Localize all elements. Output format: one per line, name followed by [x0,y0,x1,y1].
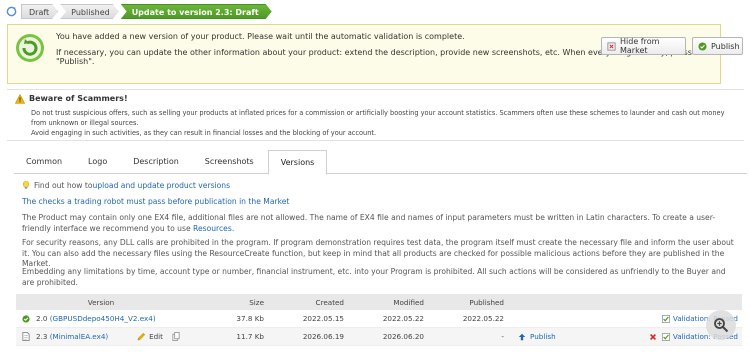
modified-cell: 2022.05.22 [382,314,424,323]
check-circle-icon [22,314,30,323]
col-modified: Modified [393,297,424,307]
find-out-line: Find out how to upload and update produc… [22,181,230,190]
tab-common[interactable]: Common [14,150,74,174]
col-published: Published [469,297,504,307]
publish-version-label: Publish [530,332,556,341]
publish-icon [518,333,526,340]
breadcrumb-update-draft: Update to version 2.3: Draft [121,4,272,19]
dll-rules-text: For security reasons, any DLL calls are … [22,238,734,268]
ex4-rules-text: The Product may contain only one EX4 fil… [22,213,734,234]
publish-button[interactable]: Publish [692,37,743,55]
published-cell: - [501,332,504,341]
col-version: Version [87,297,115,307]
pencil-icon [137,332,146,341]
check-circle-icon [698,41,707,51]
limitations-text: Embedding any limitations by time, accou… [22,267,726,287]
scam-warning-title: Beware of Scammers! [29,94,128,103]
refresh-icon[interactable] [5,6,17,18]
tab-logo[interactable]: Logo [76,150,119,174]
checkmark-icon [661,314,670,323]
action-cell: Publish [504,332,634,341]
edit-version-button[interactable]: Edit [137,332,180,341]
version-number: 2.3 [36,332,48,341]
hide-icon [607,41,616,51]
table-header: Version Size Created Modified Published [16,294,742,310]
scam-warning-text: Do not trust suspicious offers, such as … [31,109,725,127]
warning-icon [14,93,26,104]
hide-from-market-button[interactable]: Hide from Market [601,37,686,55]
created-cell: 2026.06.19 [302,332,344,341]
version-cell: 2.3 (MinimalEA.ex4) Edit [16,332,186,341]
col-created: Created [315,297,344,307]
created-cell: 2022.05.15 [302,314,344,323]
update-icon [15,33,45,63]
breadcrumb-draft[interactable]: Draft [21,4,58,19]
publish-version-link[interactable]: Publish [518,332,556,341]
hide-from-market-label: Hide from Market [620,37,660,55]
version-file-link[interactable]: (GBPUSDdepo450H4_V2.ex4) [50,314,156,323]
product-tabs: Common Logo Description Screenshots Vers… [14,150,747,175]
scam-warning: Beware of Scammers! Do not trust suspici… [7,89,744,141]
zoom-icon[interactable] [706,310,736,340]
resources-link[interactable]: Resources [193,224,232,233]
document-icon [22,332,30,341]
version-file-link[interactable]: (MinimalEA.ex4) [50,332,109,341]
version-cell: 2.0 (GBPUSDdepo450H4_V2.ex4) [16,314,186,323]
checkmark-icon [661,332,670,341]
notice-message: You have added a new version of your pro… [56,32,465,41]
upload-versions-link[interactable]: upload and update product versions [93,181,231,190]
copy-icon[interactable] [172,332,180,341]
ex4-rules-end: . [231,223,235,233]
published-cell: 2022.05.22 [462,314,504,323]
edit-label: Edit [149,332,163,341]
versions-table: Version Size Created Modified Published … [16,294,742,346]
ex4-rules-body: The Product may contain only one EX4 fil… [22,213,716,233]
version-number: 2.0 [36,314,48,323]
publish-label: Publish [711,41,740,51]
delete-icon[interactable] [649,333,657,341]
find-out-text: Find out how to [34,181,93,190]
modified-cell: 2026.06.20 [382,332,424,341]
robot-checks-link[interactable]: The checks a trading robot must pass bef… [22,197,734,208]
size-cell: 37.8 Kb [236,314,264,323]
breadcrumb-published[interactable]: Published [60,4,119,19]
scam-warning-advice: Avoid engaging in such activities, as th… [31,129,377,137]
table-row: 2.0 (GBPUSDdepo450H4_V2.ex4) 37.8 Kb 202… [16,310,742,328]
tab-description[interactable]: Description [121,150,191,174]
breadcrumb: Draft Published Update to version 2.3: D… [5,4,274,19]
tab-screenshots[interactable]: Screenshots [193,150,266,174]
table-row: 2.3 (MinimalEA.ex4) Edit 11.7 Kb 2026.06… [16,328,742,346]
size-cell: 11.7 Kb [236,332,264,341]
tab-versions[interactable]: Versions [267,150,328,175]
col-size: Size [249,297,264,307]
lightbulb-icon [22,181,30,190]
